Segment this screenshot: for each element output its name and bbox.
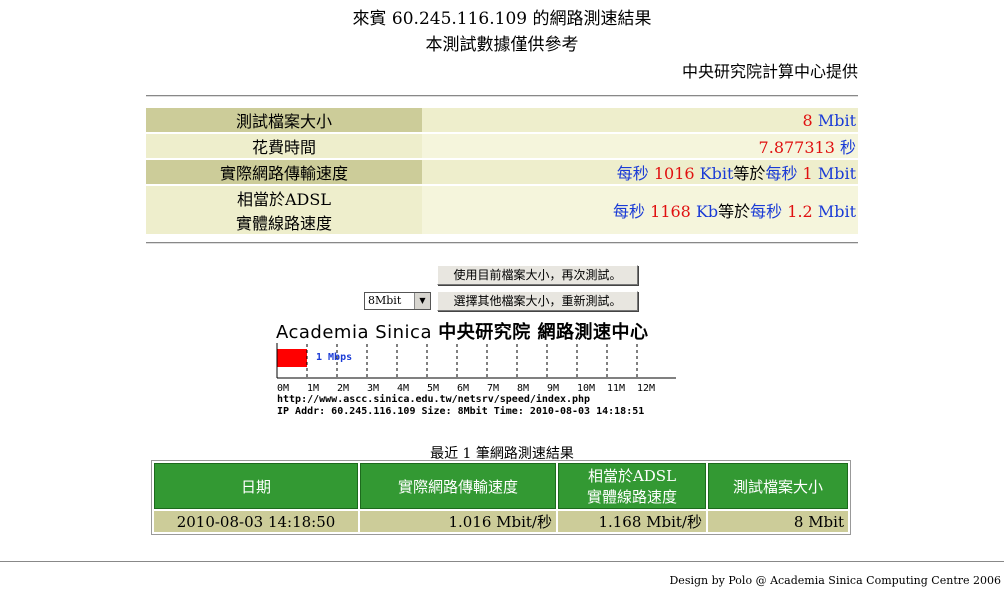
speed-meter: 1 Mbps 0M 1M 2M 3M 4M 5M 6M 7M 8M 9M 10M 11M 12M	[276, 343, 676, 394]
table-row: 2010-08-03 14:18:50 1.016 Mbit/秒 1.168 M…	[154, 511, 848, 532]
history-cell-size: 8 Mbit	[708, 511, 848, 532]
file-size-select[interactable]: 8Mbit ▼	[364, 292, 431, 310]
banner-latin: Academia Sinica	[276, 322, 432, 343]
history-table: 日期 實際網路傳輸速度 相當於ADSL 實體線路速度 測試檔案大小 2010-08…	[151, 460, 851, 535]
result-row-file-size: 測試檔案大小 8 Mbit	[146, 108, 858, 132]
file-size-label: 測試檔案大小	[146, 108, 422, 132]
divider-top	[146, 95, 858, 97]
meter-tick-label: 6M	[457, 383, 469, 394]
speed-value: 每秒 1016 Kbit等於每秒 1 Mbit	[422, 160, 858, 184]
history-header-adsl: 相當於ADSL 實體線路速度	[558, 463, 706, 509]
meter-tick-label: 2M	[337, 383, 349, 394]
provider-text: 中央研究院計算中心提供	[681, 62, 858, 81]
divider-bottom	[146, 242, 858, 244]
meter-tick-label: 1M	[307, 383, 319, 394]
page-subtitle: 本測試數據僅供參考	[425, 35, 579, 55]
meter-tick-label: 12M	[637, 383, 655, 394]
meter-tick-label: 0M	[277, 383, 289, 394]
history-cell-speed: 1.016 Mbit/秒	[360, 511, 556, 532]
meter-tick-label: 3M	[367, 383, 379, 394]
meter-tick-label: 7M	[487, 383, 499, 394]
choose-other-size-button[interactable]: 選擇其他檔案大小，重新測試。	[437, 291, 638, 311]
footer-credit: Design by Polo @ Academia Sinica Computi…	[669, 574, 1001, 587]
meter-tick-label: 10M	[577, 383, 595, 394]
result-row-time: 花費時間 7.877313 秒	[146, 134, 858, 158]
history-cell-date: 2010-08-03 14:18:50	[154, 511, 358, 532]
adsl-value: 每秒 1168 Kb等於每秒 1.2 Mbit	[422, 186, 858, 234]
meter-tick-label: 5M	[427, 383, 439, 394]
footer-divider	[0, 561, 1004, 562]
history-header-date: 日期	[154, 463, 358, 509]
page-title: 來賓 60.245.116.109 的網路測速結果	[352, 9, 652, 29]
chevron-down-icon[interactable]: ▼	[414, 293, 430, 309]
adsl-label: 相當於ADSL 實體線路速度	[146, 186, 422, 234]
results-table: 測試檔案大小 8 Mbit 花費時間 7.877313 秒 實際網路傳輸速度 每…	[146, 106, 858, 236]
meter-tick-label: 8M	[517, 383, 529, 394]
file-size-value: 8 Mbit	[422, 108, 858, 132]
speed-banner-title: Academia Sinica 中央研究院 網路測速中心	[276, 318, 648, 344]
result-row-speed: 實際網路傳輸速度 每秒 1016 Kbit等於每秒 1 Mbit	[146, 160, 858, 184]
meter-tick-label: 9M	[547, 383, 559, 394]
meter-tick-label: 11M	[607, 383, 625, 394]
retest-button[interactable]: 使用目前檔案大小，再次測試。	[437, 265, 638, 285]
speed-bar	[277, 349, 307, 367]
banner-cjk: 中央研究院 網路測速中心	[438, 322, 649, 343]
meter-tick-label: 4M	[397, 383, 409, 394]
history-cell-adsl: 1.168 Mbit/秒	[558, 511, 706, 532]
result-row-adsl: 相當於ADSL 實體線路速度 每秒 1168 Kb等於每秒 1.2 Mbit	[146, 186, 858, 234]
speed-test-info: IP Addr: 60.245.116.109 Size: 8Mbit Time…	[277, 406, 645, 417]
history-header-size: 測試檔案大小	[708, 463, 848, 509]
history-header-row: 日期 實際網路傳輸速度 相當於ADSL 實體線路速度 測試檔案大小	[154, 463, 848, 509]
file-size-select-value: 8Mbit	[368, 294, 402, 307]
speed-test-url: http://www.ascc.sinica.edu.tw/netsrv/spe…	[277, 394, 591, 405]
time-label: 花費時間	[146, 134, 422, 158]
speed-label: 實際網路傳輸速度	[146, 160, 422, 184]
speed-label: 1 Mbps	[316, 352, 352, 363]
time-value: 7.877313 秒	[422, 134, 858, 158]
history-header-speed: 實際網路傳輸速度	[360, 463, 556, 509]
